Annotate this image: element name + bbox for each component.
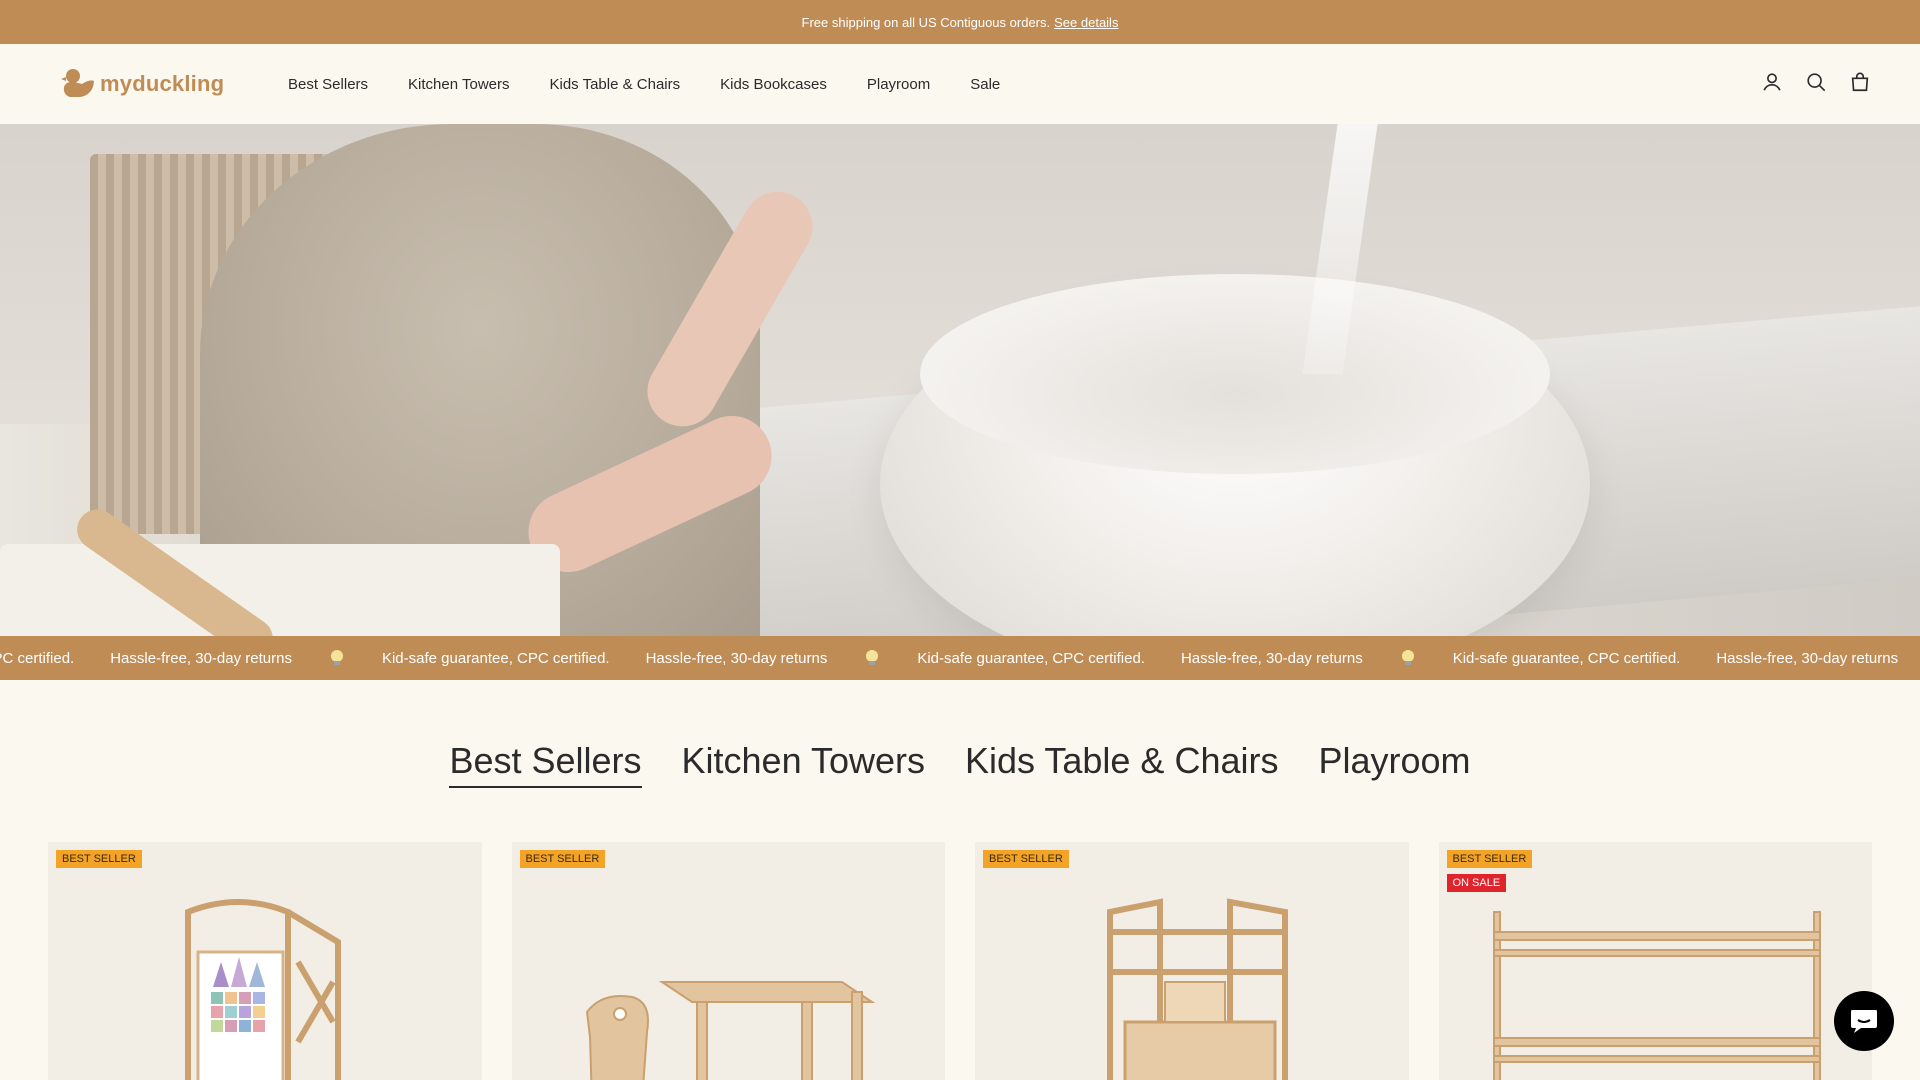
best-seller-badge: BEST SELLER (1446, 850, 1533, 868)
marquee-text: e, CPC certified. (0, 649, 75, 667)
main-nav: Best Sellers Kitchen Towers Kids Table &… (288, 44, 1040, 124)
account-icon[interactable] (1760, 70, 1784, 94)
hero-image (0, 124, 1920, 636)
nav-item-kids-bookcases[interactable]: Kids Bookcases (720, 76, 827, 93)
product-card[interactable]: BEST SELLER (511, 842, 945, 1080)
tab-kitchen-towers[interactable]: Kitchen Towers (682, 740, 925, 788)
nav-item-best-sellers[interactable]: Best Sellers (288, 76, 368, 93)
product-card[interactable]: BEST SELLER (48, 842, 482, 1080)
site-header: myduckling Best Sellers Kitchen Towers K… (0, 44, 1920, 124)
hero-sink-basin (920, 274, 1550, 474)
marquee-text: Hassle-free, 30-day returns (1180, 649, 1363, 667)
logo[interactable]: myduckling (60, 64, 224, 104)
marquee-track: e, CPC certified. Hassle-free, 30-day re… (0, 636, 1920, 680)
search-icon[interactable] (1804, 70, 1828, 94)
tab-playroom[interactable]: Playroom (1318, 740, 1470, 788)
see-details-link[interactable]: See details (1054, 15, 1118, 30)
on-sale-badge: ON SALE (1446, 874, 1507, 892)
chat-bubble-icon (1851, 1010, 1877, 1033)
lightbulb-icon (863, 649, 881, 667)
nav-item-playroom[interactable]: Playroom (867, 76, 930, 93)
best-seller-badge: BEST SELLER (519, 850, 606, 868)
product-card[interactable]: BEST SELLER ON SALE (1438, 842, 1872, 1080)
lightbulb-icon (1399, 649, 1417, 667)
hero-tower-frame (0, 544, 560, 636)
logo-text: myduckling (100, 71, 225, 96)
best-seller-badge: BEST SELLER (56, 850, 142, 868)
product-image-table-chair (585, 981, 875, 1080)
nav-item-sale[interactable]: Sale (970, 76, 1000, 93)
marquee-text: Kid-safe guarantee, CPC certified. (381, 649, 610, 667)
product-card[interactable]: BEST SELLER (975, 842, 1409, 1080)
announcement-text: Free shipping on all US Contiguous order… (801, 14, 1051, 30)
marquee-text: Hassle-free, 30-day returns (645, 649, 828, 667)
collection-tabs: Best Sellers Kitchen Towers Kids Table &… (0, 740, 1920, 788)
best-seller-badge: BEST SELLER (983, 850, 1069, 868)
nav-item-kids-table-chairs[interactable]: Kids Table & Chairs (550, 76, 681, 93)
product-image-kitchen-tower (1107, 898, 1288, 1080)
marquee-text: Hassle-free, 30-day returns (110, 649, 292, 667)
cart-icon[interactable] (1848, 70, 1872, 94)
product-image-learning-tower (185, 899, 341, 1080)
duck-logo-icon (61, 69, 94, 97)
marquee-text: Kid-safe guarantee, CPC certified. (1452, 649, 1681, 667)
product-grid: BEST SELLER BEST SELLER BEST SELLER BEST… (48, 842, 1872, 1080)
header-actions (1760, 70, 1872, 94)
marquee-text: Hassle-free, 30-day returns (1716, 649, 1899, 667)
usp-marquee: e, CPC certified. Hassle-free, 30-day re… (0, 636, 1920, 680)
marquee-text: Kid-safe guarantee, CPC certified. (917, 649, 1145, 667)
chat-button[interactable] (1834, 991, 1894, 1051)
tab-kids-table-chairs[interactable]: Kids Table & Chairs (965, 740, 1279, 788)
announcement-bar: Free shipping on all US Contiguous order… (0, 0, 1920, 44)
tab-best-sellers[interactable]: Best Sellers (449, 740, 642, 788)
lightbulb-icon (328, 649, 346, 667)
nav-item-kitchen-towers[interactable]: Kitchen Towers (408, 76, 509, 93)
